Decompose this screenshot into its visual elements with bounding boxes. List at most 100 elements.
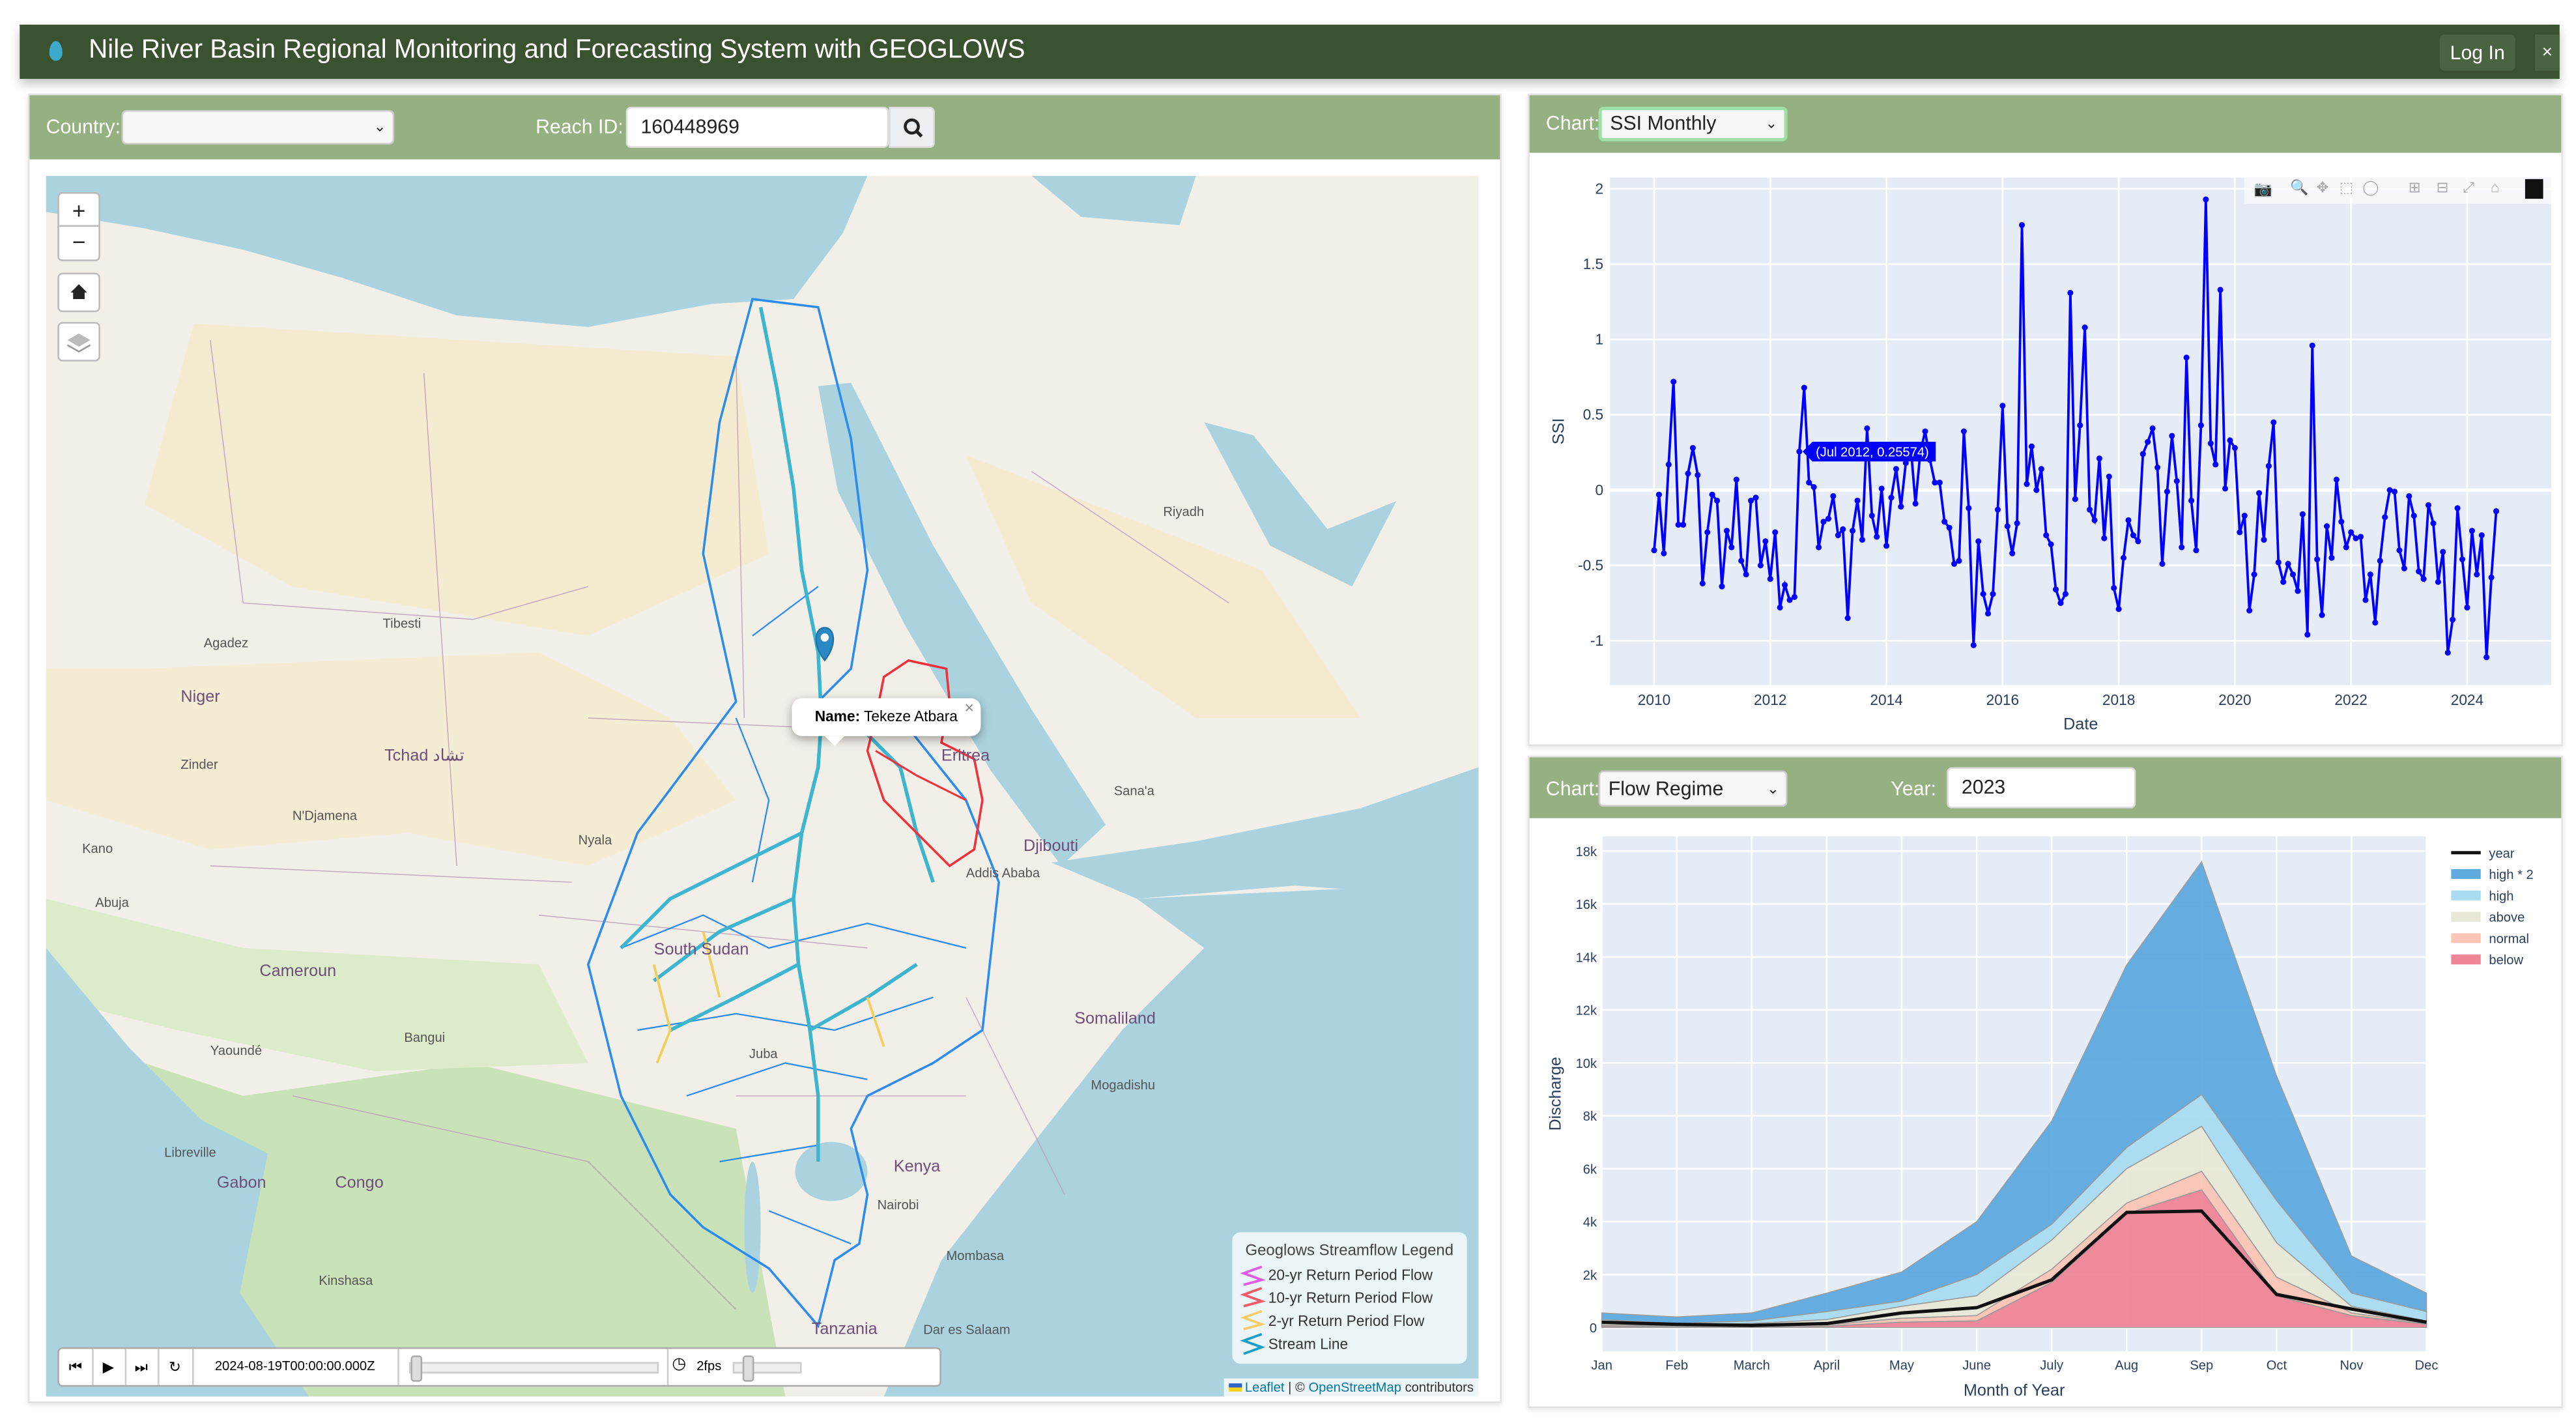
ssi-point	[2406, 493, 2412, 499]
ssi-point	[1689, 444, 1696, 452]
ssi-point	[1864, 425, 1870, 431]
close-button[interactable]: ×	[2534, 34, 2560, 71]
leaflet-link[interactable]: Leaflet	[1245, 1380, 1285, 1395]
x-tick-label: 2022	[2334, 691, 2367, 708]
map-view[interactable]: Niger Tchad تشاد Cameroun Congo Gabon Ke…	[46, 175, 1479, 1397]
camera-icon[interactable]: 📷	[2254, 180, 2272, 199]
x-tick-label: Sep	[2190, 1358, 2213, 1373]
autoscale-icon[interactable]: ⤢	[2463, 179, 2474, 197]
step-backward-button[interactable]: ⏮	[59, 1349, 94, 1385]
ssi-point	[2033, 487, 2040, 493]
ssi-chart[interactable]: 2010 2012 2014 2016 2018 2020 2022 2024 2 1.5 1 0.5…	[1528, 151, 2560, 743]
map-label: Riyadh	[1163, 504, 1205, 519]
ssi-point	[1665, 461, 1672, 468]
reset-axes-icon[interactable]: ⌂	[2491, 179, 2500, 195]
osm-link[interactable]: OpenStreetMap	[1308, 1380, 1401, 1395]
chart-type-value: SSI Monthly	[1610, 111, 1717, 135]
zoom-out-button[interactable]: −	[57, 225, 100, 261]
country-select[interactable]: ⌄	[121, 109, 395, 145]
ssi-point	[1985, 610, 1992, 617]
ssi-point	[2091, 517, 2098, 523]
y-axis-title: SSI	[1550, 418, 1568, 445]
lasso-icon[interactable]: ◯	[2362, 179, 2379, 197]
flow-regime-chart[interactable]: Jan Feb March April May June July Aug Sep Oct Nov D…	[1528, 816, 2560, 1408]
search-button[interactable]	[889, 106, 935, 148]
legend-label: above	[2489, 911, 2525, 925]
ssi-point	[2328, 554, 2335, 561]
pan-icon[interactable]: ✥	[2317, 179, 2329, 197]
map-label: Juba	[749, 1046, 778, 1062]
popup-close-button[interactable]: ×	[964, 700, 974, 718]
ssi-point	[2474, 571, 2480, 578]
attribution-separator: | ©	[1288, 1380, 1305, 1395]
map-label: Abuja	[95, 895, 129, 911]
ssi-point	[2179, 544, 2185, 551]
ssi-point	[1844, 615, 1851, 622]
legend-swatch	[2451, 890, 2481, 900]
chevron-down-icon: ⌄	[1766, 780, 1780, 797]
time-slider-handle[interactable]	[410, 1355, 423, 1382]
ssi-point	[2014, 520, 2020, 526]
box-select-icon[interactable]: ⬚	[2340, 179, 2353, 197]
map-label: Kinshasa	[319, 1273, 373, 1289]
chart-type-select[interactable]: SSI Monthly ⌄	[1598, 106, 1788, 141]
map-toolbar: Country: ⌄ Reach ID: 160448969	[29, 95, 1500, 160]
layers-button[interactable]	[57, 322, 100, 362]
y-tick-label: 10k	[1576, 1057, 1597, 1071]
home-button[interactable]	[57, 272, 100, 313]
ssi-point	[1685, 470, 1691, 477]
ssi-point	[1868, 512, 1875, 519]
ssi-point	[1728, 544, 1735, 551]
plotly-logo-icon[interactable]	[2525, 179, 2543, 199]
ssi-point	[1719, 583, 1725, 590]
y-tick-label: 6k	[1583, 1162, 1597, 1177]
zoom-in-button[interactable]: +	[57, 192, 100, 229]
play-button[interactable]: ▶	[92, 1349, 127, 1385]
water-drop-logo-icon	[49, 41, 63, 61]
ssi-point	[2212, 461, 2219, 468]
zoom-in-icon[interactable]: ⊞	[2409, 179, 2421, 197]
ssi-point	[2450, 616, 2456, 623]
year-input[interactable]: 2023	[1947, 767, 2136, 809]
map-label: Sana'a	[1113, 783, 1154, 799]
ssi-point	[2488, 574, 2495, 581]
reach-id-input[interactable]: 160448969	[625, 106, 889, 148]
zoom-icon[interactable]: 🔍	[2290, 179, 2308, 197]
login-button[interactable]: Log In	[2439, 34, 2515, 71]
reach-popup: Name: Tekeze Atbara ×	[792, 698, 981, 746]
ssi-point	[1830, 493, 1837, 499]
ssi-point	[1733, 476, 1739, 483]
speed-slider-handle[interactable]	[742, 1355, 754, 1382]
ssi-point	[1898, 504, 1904, 510]
x-tick-label: June	[1962, 1358, 1991, 1373]
ssi-point	[1709, 491, 1715, 498]
x-tick-label: Aug	[2115, 1358, 2138, 1373]
ssi-point	[1970, 642, 1977, 648]
ssi-point	[2261, 536, 2267, 543]
x-tick-label: 2012	[1754, 691, 1786, 708]
ssi-point	[2464, 604, 2470, 611]
ssi-point	[1782, 582, 1788, 588]
country-label: Country:	[46, 115, 121, 138]
fps-label: 2fps	[696, 1358, 722, 1374]
step-forward-button[interactable]: ⏭	[125, 1349, 160, 1385]
ssi-point	[2377, 558, 2383, 564]
flow-toolbar: Chart: Flow Regime ⌄ Year: 2023	[1529, 757, 2562, 818]
map-label: Dar es Salaam	[923, 1322, 1010, 1338]
chart-label: Chart:	[1545, 111, 1600, 135]
ssi-point	[1762, 538, 1769, 545]
ssi-point	[1767, 576, 1773, 582]
ssi-point	[2440, 549, 2446, 555]
time-slider[interactable]	[408, 1355, 659, 1382]
map-label: Congo	[335, 1175, 384, 1193]
map-attribution: Leaflet | © OpenStreetMap contributors	[1223, 1378, 1479, 1397]
legend-label: normal	[2489, 932, 2529, 946]
speed-slider[interactable]	[732, 1355, 802, 1382]
ssi-point	[1946, 524, 1953, 531]
reach-id-label: Reach ID:	[536, 115, 623, 138]
loop-button[interactable]: ↻	[158, 1349, 194, 1385]
chart-type-select[interactable]: Flow Regime ⌄	[1598, 770, 1788, 807]
zoom-out-icon[interactable]: ⊟	[2437, 179, 2449, 197]
ssi-point	[1874, 534, 1880, 540]
ssi-point	[2227, 437, 2233, 444]
